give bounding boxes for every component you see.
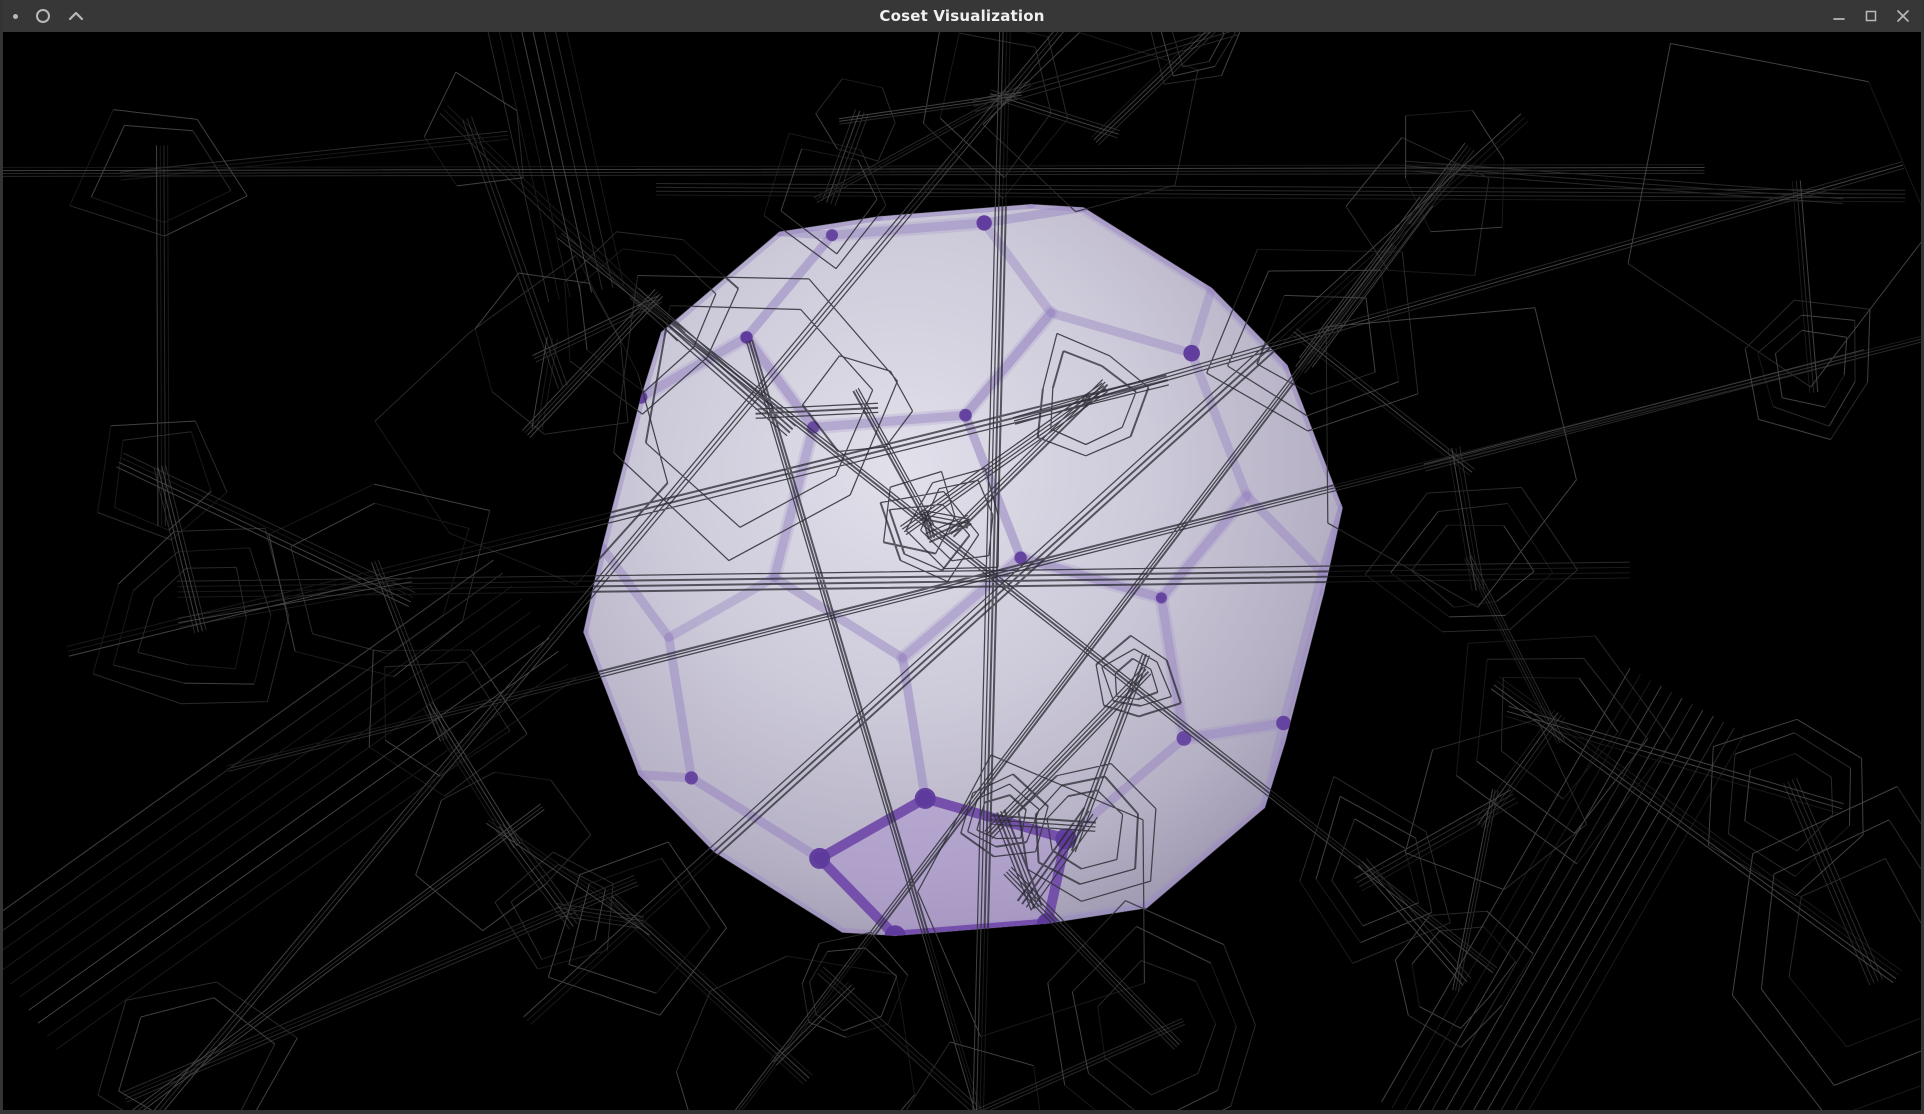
app-window: Coset Visualization [0,0,1924,1114]
close-button[interactable] [1892,5,1914,27]
chevron-up-icon[interactable] [68,11,84,21]
circle-icon[interactable] [36,9,50,23]
dot-icon[interactable] [13,14,18,19]
render-canvas [3,32,1921,1110]
maximize-button[interactable] [1860,5,1882,27]
minimize-button[interactable] [1828,5,1850,27]
window-controls [1828,5,1924,27]
scene-viewport[interactable] [3,32,1921,1110]
titlebar-left-icons [0,9,84,23]
window-title: Coset Visualization [0,7,1924,25]
titlebar: Coset Visualization [0,0,1924,32]
